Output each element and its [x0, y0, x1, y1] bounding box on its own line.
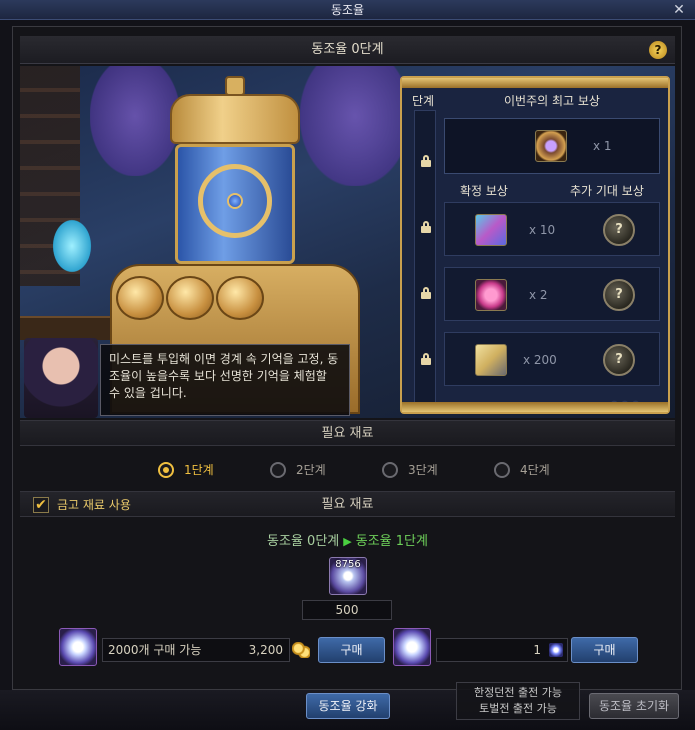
vault-material-label: 금고 재료 사용	[57, 498, 131, 512]
purchase-quantity: 1	[533, 643, 541, 657]
machine-gem	[227, 193, 243, 209]
wisteria-decoration	[90, 66, 180, 176]
stage-column	[414, 110, 436, 404]
reset-button[interactable]: 동조율 초기화	[589, 693, 679, 719]
reward-row: x 200 ?	[444, 332, 660, 386]
machine-top	[170, 94, 300, 144]
buy-button-gold[interactable]: 구매	[318, 637, 385, 663]
purchase-limit-text: 2000개 구매 가능	[108, 643, 202, 657]
crystal-item-icon[interactable]	[475, 279, 507, 311]
reward-quantity: x 2	[529, 288, 548, 302]
machine-cap	[225, 76, 245, 96]
panel-title: 동조율 0단계	[311, 42, 384, 57]
radio-icon	[382, 462, 398, 478]
npc-portrait	[24, 338, 98, 418]
reward-quantity: x 200	[523, 353, 557, 367]
title-bar: 동조율 ✕	[0, 0, 695, 20]
mist-purchase-icon[interactable]	[59, 628, 97, 666]
fixed-reward-label: 확정 보상	[460, 184, 508, 198]
stage-selector: 1단계 2단계 3단계 4단계	[20, 452, 675, 488]
buy-button-mist[interactable]: 구매	[571, 637, 638, 663]
stage-from: 동조율 0단계	[267, 534, 340, 549]
stage-option-label: 1단계	[184, 463, 214, 477]
bonus-coin-icon[interactable]: ?	[603, 214, 635, 246]
lock-icon	[420, 353, 432, 365]
stage-option-4[interactable]: 4단계	[494, 462, 564, 478]
close-icon[interactable]: ✕	[671, 0, 687, 20]
lamp-decoration	[50, 216, 94, 276]
reward-quantity: x 10	[529, 223, 556, 237]
wisteria-decoration	[300, 66, 410, 186]
play-arrow-icon: ▶	[343, 535, 352, 548]
stage-to: 동조율 1단계	[355, 534, 428, 549]
best-reward-title: 이번주의 최고 보상	[504, 94, 600, 108]
best-reward-slot: x 1	[444, 118, 660, 174]
mist-currency-icon	[549, 643, 563, 657]
bonus-coin-icon[interactable]: ?	[603, 279, 635, 311]
bonus-coin-icon[interactable]: ?	[603, 344, 635, 376]
stage-option-label: 2단계	[296, 463, 326, 477]
gold-bar-item-icon[interactable]	[475, 344, 507, 376]
purchase-limit-field: 2000개 구매 가능 3,200	[102, 638, 290, 662]
vault-material-checkbox[interactable]: ✔	[33, 497, 49, 513]
reward-panel-top-bar	[402, 78, 668, 88]
reward-row: x 10 ?	[444, 202, 660, 256]
machine-pod	[216, 276, 264, 320]
stage-option-3[interactable]: 3단계	[382, 462, 452, 478]
lock-icon	[420, 155, 432, 167]
stage-option-2[interactable]: 2단계	[270, 462, 340, 478]
synchro-window: 동조율 ✕ 동조율 0단계 ? 미스트를 투입해 이면 경계 속 기억을 고정,…	[0, 0, 695, 730]
dungeon-availability-note: 한정던전 출전 가능 토벌전 출전 가능	[456, 682, 580, 720]
radio-icon	[158, 462, 174, 478]
stage-option-1[interactable]: 1단계	[158, 462, 228, 478]
purchase-quantity-input[interactable]: 1	[436, 638, 568, 662]
extra-reward-label: 추가 기대 보상	[570, 184, 644, 198]
npc-dialog: 미스트를 투입해 이면 경계 속 기억을 고정, 동조율이 높을수록 보다 선명…	[100, 344, 350, 416]
cube-item-icon[interactable]	[475, 214, 507, 246]
radio-icon	[270, 462, 286, 478]
help-icon[interactable]: ?	[649, 41, 667, 59]
note-line-1: 한정던전 출전 가능	[474, 686, 562, 699]
purchase-price: 3,200	[248, 643, 283, 657]
machine-pod	[166, 276, 214, 320]
reward-panel: 단계 이번주의 최고 보상 x 1 확정 보상 추가 기대 보상 x 10 ? …	[400, 76, 670, 414]
required-amount: 500	[302, 600, 392, 620]
mist-purchase-icon-2[interactable]	[393, 628, 431, 666]
best-reward-quantity: x 1	[593, 139, 612, 153]
reward-panel-bottom-bar	[402, 402, 668, 412]
material-owned-count: 8756	[335, 559, 361, 570]
best-reward-item-icon[interactable]	[535, 130, 567, 162]
gold-coin-icon	[292, 642, 310, 658]
reward-row: x 2 ?	[444, 267, 660, 321]
machine-pod	[116, 276, 164, 320]
enhance-button[interactable]: 동조율 강화	[306, 693, 390, 719]
window-title: 동조율	[330, 3, 365, 17]
lock-icon	[420, 221, 432, 233]
lock-icon	[420, 287, 432, 299]
stage-column-label: 단계	[411, 94, 435, 108]
required-materials-header: 필요 재료	[20, 420, 675, 446]
stage-option-label: 3단계	[408, 463, 438, 477]
note-line-2: 토벌전 출전 가능	[479, 702, 557, 715]
stage-transition: 동조율 0단계 ▶ 동조율 1단계	[0, 530, 695, 549]
stage-option-label: 4단계	[520, 463, 550, 477]
radio-icon	[494, 462, 510, 478]
panel-header: 동조율 0단계 ?	[20, 36, 675, 64]
